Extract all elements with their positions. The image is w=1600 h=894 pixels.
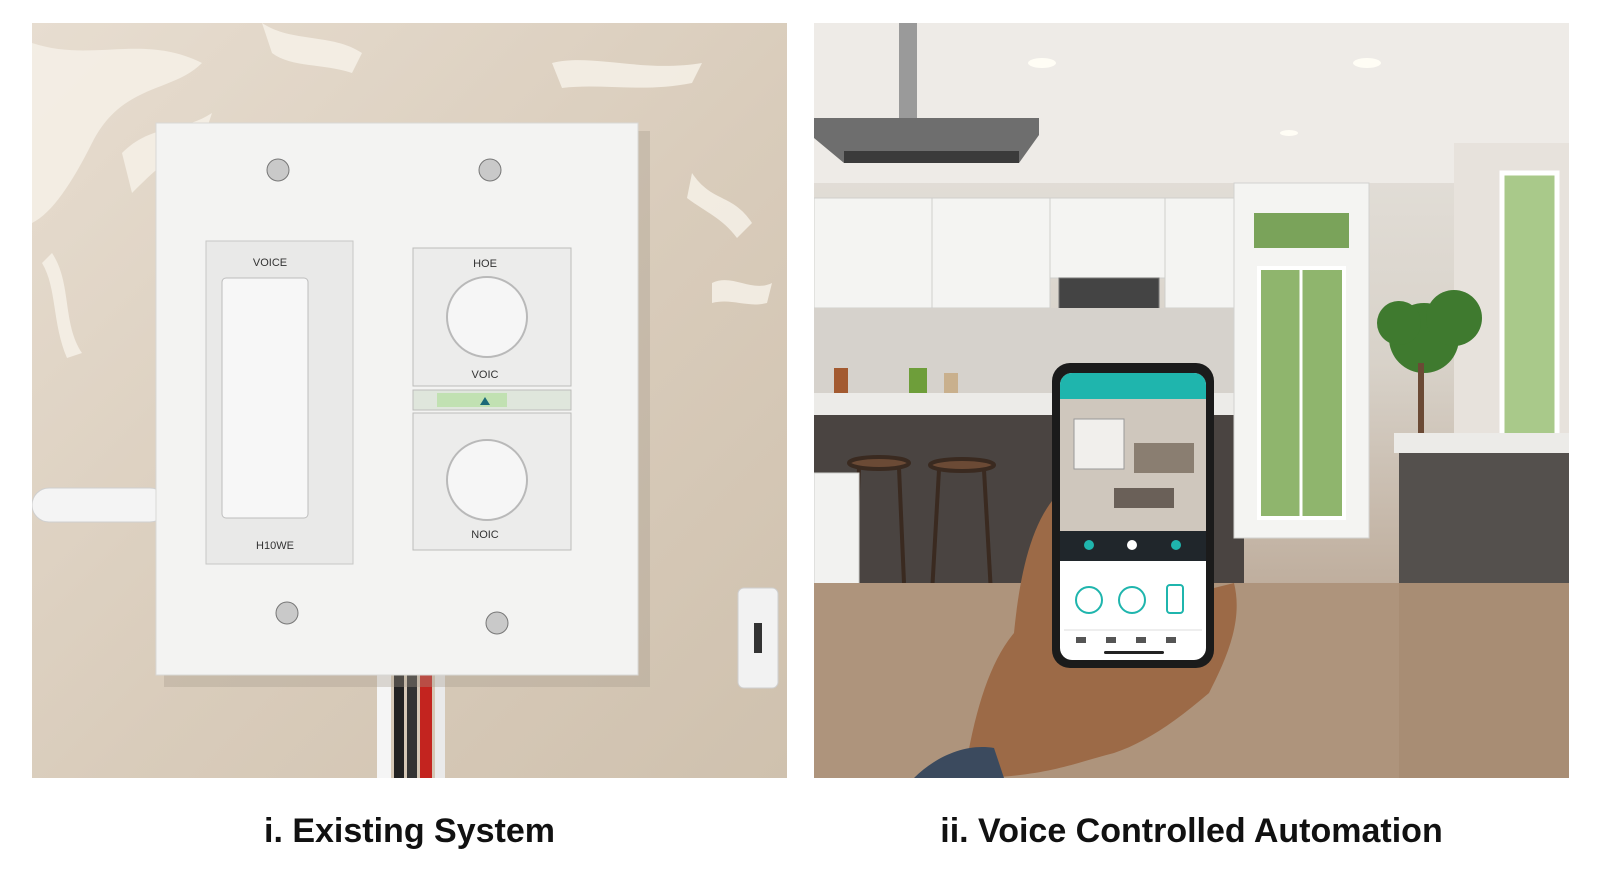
dimmer-top-label: HOE [473, 258, 497, 270]
voice-automation-photo [814, 23, 1569, 778]
rocker-top-label: VOICE [253, 257, 287, 269]
dimmer-knob-top [446, 276, 528, 358]
caption-voice-automation: ii. Voice Controlled Automation [940, 812, 1443, 850]
smartphone [1052, 363, 1214, 668]
dimmer-middle-label: VOIC [472, 369, 499, 381]
caption-existing-system: i. Existing System [264, 812, 555, 850]
patio-door [1233, 182, 1370, 539]
wall-switch-illustration: VOICE H10WE HOE VOIC NOIC [32, 23, 779, 778]
kitchen-scene-illustration [814, 23, 1569, 778]
window-right [1499, 170, 1560, 446]
wires-bottom [377, 673, 445, 778]
existing-system-photo: VOICE H10WE HOE VOIC NOIC [32, 23, 787, 778]
dimmer-bottom-label: NOIC [471, 529, 499, 541]
dimmer-knob-bottom [446, 439, 528, 521]
cable-left [32, 487, 168, 523]
rocker-switch-paddle [221, 277, 309, 519]
rocker-bottom-label: H10WE [256, 540, 294, 552]
